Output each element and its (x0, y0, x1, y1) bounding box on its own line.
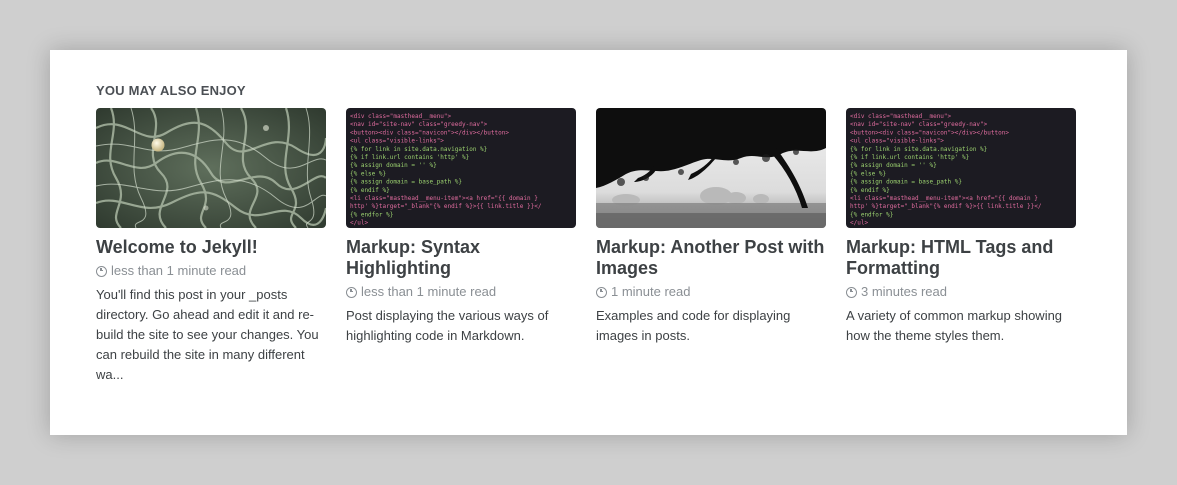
clock-icon (846, 286, 857, 298)
code-line: <ul class="visible-links"> (850, 138, 944, 145)
related-post-card: Welcome to Jekyll! less than 1 minute re… (96, 108, 326, 385)
clock-icon (596, 286, 607, 298)
code-line: <ul class="visible-links"> (350, 138, 444, 145)
clock-icon (346, 286, 357, 298)
code-line: {% if link.url contains 'http' %} (350, 154, 469, 161)
code-line: <li class="masthead__menu-item"><a href=… (850, 195, 1038, 202)
code-line: <nav id="site-nav" class="greedy-nav"> (350, 121, 488, 128)
code-line: <button><div class="navicon"></div></but… (350, 129, 509, 136)
code-line: <nav id="site-nav" class="greedy-nav"> (850, 121, 988, 128)
code-line: {% assign domain = base_path %} (350, 179, 462, 186)
section-title: YOU MAY ALSO ENJOY (96, 83, 246, 98)
code-line: {% assign domain = base_path %} (850, 179, 962, 186)
code-line: <div class="masthead__menu"> (350, 113, 452, 120)
code-line: {% if link.url contains 'http' %} (850, 154, 969, 161)
code-line: {% endif %} (350, 187, 390, 194)
read-time: 3 minutes read (846, 284, 1076, 300)
tree-image (596, 108, 826, 228)
code-line: </ul> (850, 220, 868, 227)
code-line: {% assign domain = '' %} (350, 162, 437, 169)
post-excerpt: Post displaying the various ways of high… (346, 308, 549, 343)
post-thumbnail-code[interactable]: <div class="masthead__menu"> <nav id="si… (346, 108, 576, 228)
clock-icon (96, 265, 107, 277)
post-title[interactable]: Markup: Syntax Highlighting (346, 237, 576, 279)
code-image: <div class="masthead__menu"> <nav id="si… (346, 108, 576, 228)
code-line: <li class="masthead__menu-item"><a href=… (350, 195, 538, 202)
related-post-card: <div class="masthead__menu"> <nav id="si… (346, 108, 576, 346)
code-line: <button><div class="navicon"></div></but… (850, 129, 1009, 136)
post-thumbnail-tree[interactable] (596, 108, 826, 228)
code-line: </ul> (350, 220, 368, 227)
code-line: http' %}target="_blank"{% endif %}>{{ li… (850, 203, 1042, 210)
post-excerpt: You'll find this post in your _posts dir… (96, 287, 319, 382)
post-thumbnail-cells[interactable] (96, 108, 326, 228)
post-title[interactable]: Markup: Another Post with Images (596, 237, 826, 279)
related-post-card: Markup: Another Post with Images 1 minut… (596, 108, 826, 346)
code-line: http' %}target="_blank"{% endif %}>{{ li… (350, 203, 542, 210)
cells-image (96, 108, 326, 228)
code-line: {% assign domain = '' %} (850, 162, 937, 169)
read-time: 1 minute read (596, 284, 826, 300)
read-time: less than 1 minute read (346, 284, 576, 300)
code-line: {% for link in site.data.navigation %} (850, 146, 987, 153)
code-line: {% endfor %} (350, 211, 393, 218)
read-time: less than 1 minute read (96, 263, 326, 279)
code-line: {% else %} (850, 170, 886, 177)
related-posts-panel: YOU MAY ALSO ENJOY Welcome to Jekyll! le… (50, 50, 1127, 435)
code-line: {% else %} (350, 170, 386, 177)
code-image: <div class="masthead__menu"> <nav id="si… (846, 108, 1076, 228)
related-post-card: <div class="masthead__menu"> <nav id="si… (846, 108, 1076, 346)
code-line: {% endfor %} (850, 211, 893, 218)
code-line: {% for link in site.data.navigation %} (350, 146, 487, 153)
read-time-text: less than 1 minute read (361, 284, 497, 299)
read-time-text: 1 minute read (611, 284, 691, 299)
code-line: {% endif %} (850, 187, 890, 194)
code-line: <div class="masthead__menu"> (850, 113, 952, 120)
post-title[interactable]: Welcome to Jekyll! (96, 237, 326, 258)
read-time-text: less than 1 minute read (111, 263, 247, 278)
read-time-text: 3 minutes read (861, 284, 947, 299)
post-title[interactable]: Markup: HTML Tags and Formatting (846, 237, 1076, 279)
post-excerpt: A variety of common markup showing how t… (846, 308, 1063, 343)
post-thumbnail-code[interactable]: <div class="masthead__menu"> <nav id="si… (846, 108, 1076, 228)
post-excerpt: Examples and code for displaying images … (596, 308, 791, 343)
